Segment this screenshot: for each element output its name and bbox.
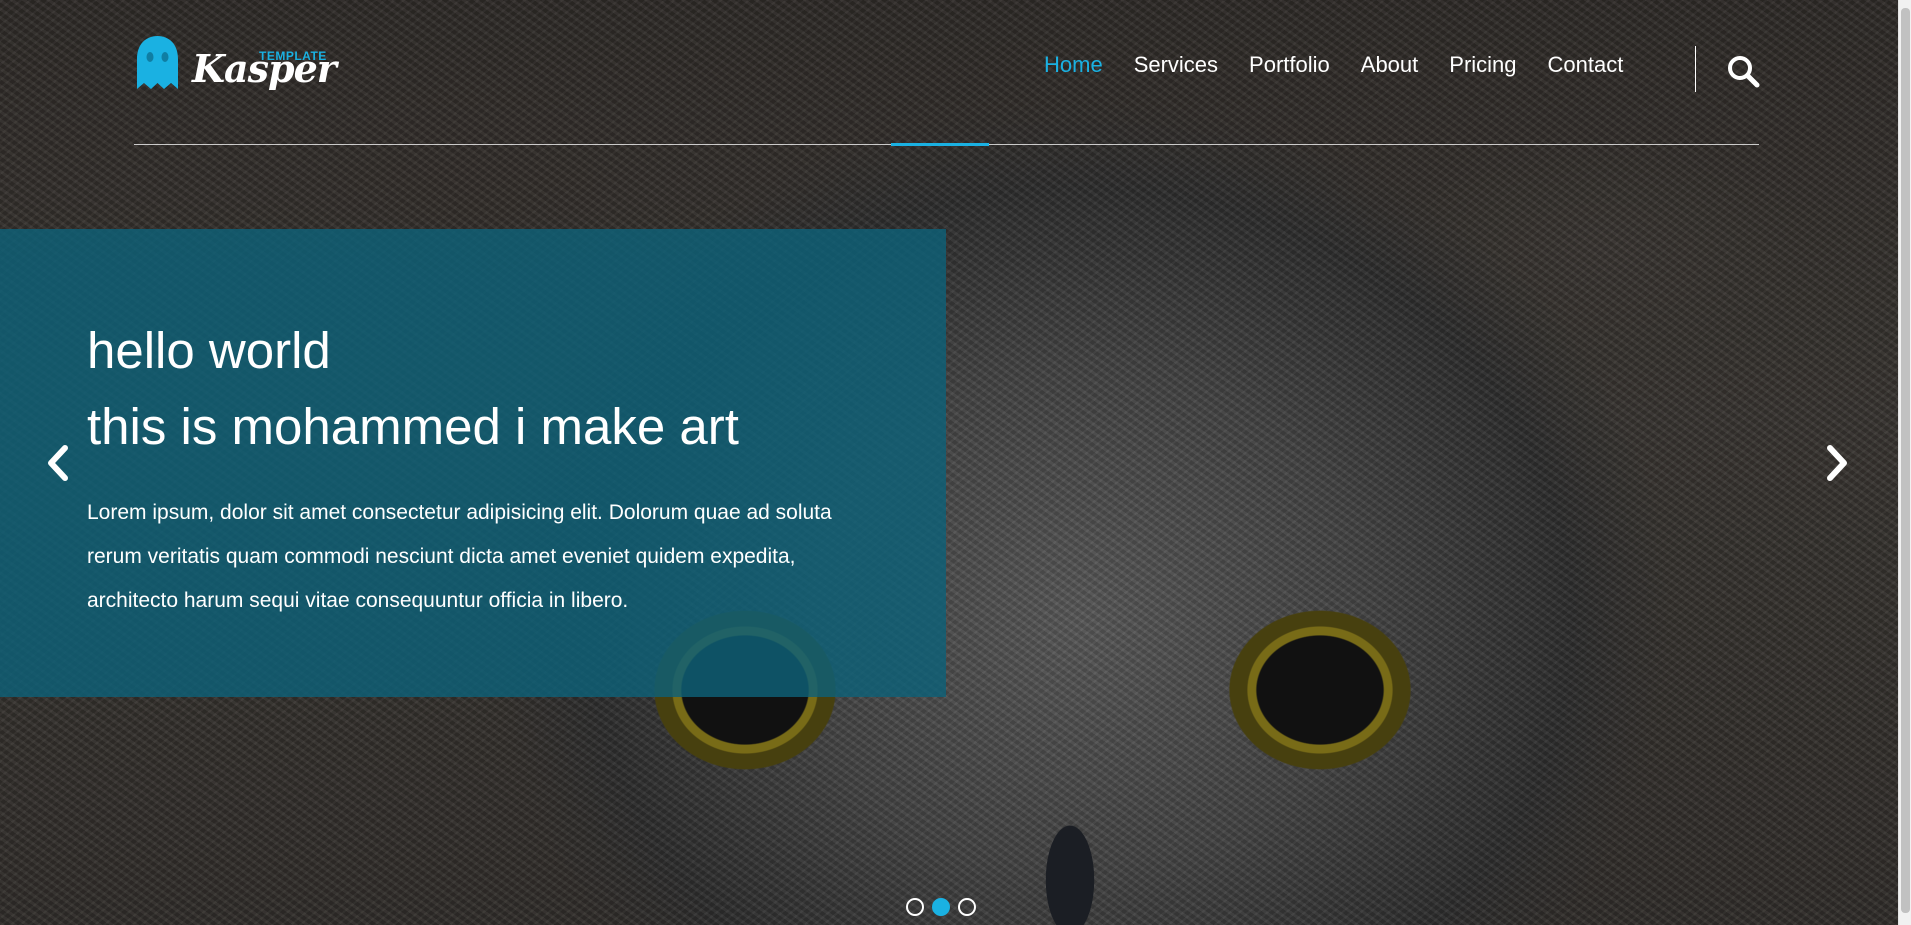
nav-item-home[interactable]: Home [1044, 52, 1103, 78]
nav-item-portfolio[interactable]: Portfolio [1249, 52, 1330, 78]
slide-caption-box: hello world this is mohammed i make art … [0, 229, 946, 697]
slide-description: Lorem ipsum, dolor sit amet consectetur … [87, 501, 832, 612]
nav-item-contact[interactable]: Contact [1548, 52, 1624, 78]
slider-bullet-2[interactable] [932, 898, 950, 916]
nav-divider [1695, 46, 1696, 92]
nav-item-services[interactable]: Services [1134, 52, 1218, 78]
logo[interactable]: TEMPLATE Kasper [134, 34, 337, 98]
slide-title: hello world this is mohammed i make art [87, 313, 739, 465]
nav-active-indicator [891, 143, 989, 146]
nav-item-pricing[interactable]: Pricing [1449, 52, 1516, 78]
nav-item-about[interactable]: About [1361, 52, 1419, 78]
slider-bullet-3[interactable] [958, 898, 976, 916]
chevron-left-icon[interactable] [43, 443, 73, 483]
slider-bullets [906, 898, 984, 916]
search-icon[interactable] [1726, 54, 1760, 88]
site-header: TEMPLATE Kasper Home Services Portfolio … [134, 0, 1760, 145]
ghost-icon [137, 36, 178, 89]
chevron-right-icon[interactable] [1822, 443, 1852, 483]
page-scrollbar[interactable] [1898, 0, 1911, 925]
slide-title-line2: this is mohammed i make art [87, 398, 739, 455]
slide-title-line1: hello world [87, 322, 331, 379]
logo-main-text: Kasper [192, 46, 337, 91]
main-nav: Home Services Portfolio About Pricing Co… [1044, 52, 1654, 78]
slider-bullet-1[interactable] [906, 898, 924, 916]
page: TEMPLATE Kasper Home Services Portfolio … [0, 0, 1911, 925]
scrollbar-thumb[interactable] [1901, 8, 1910, 913]
